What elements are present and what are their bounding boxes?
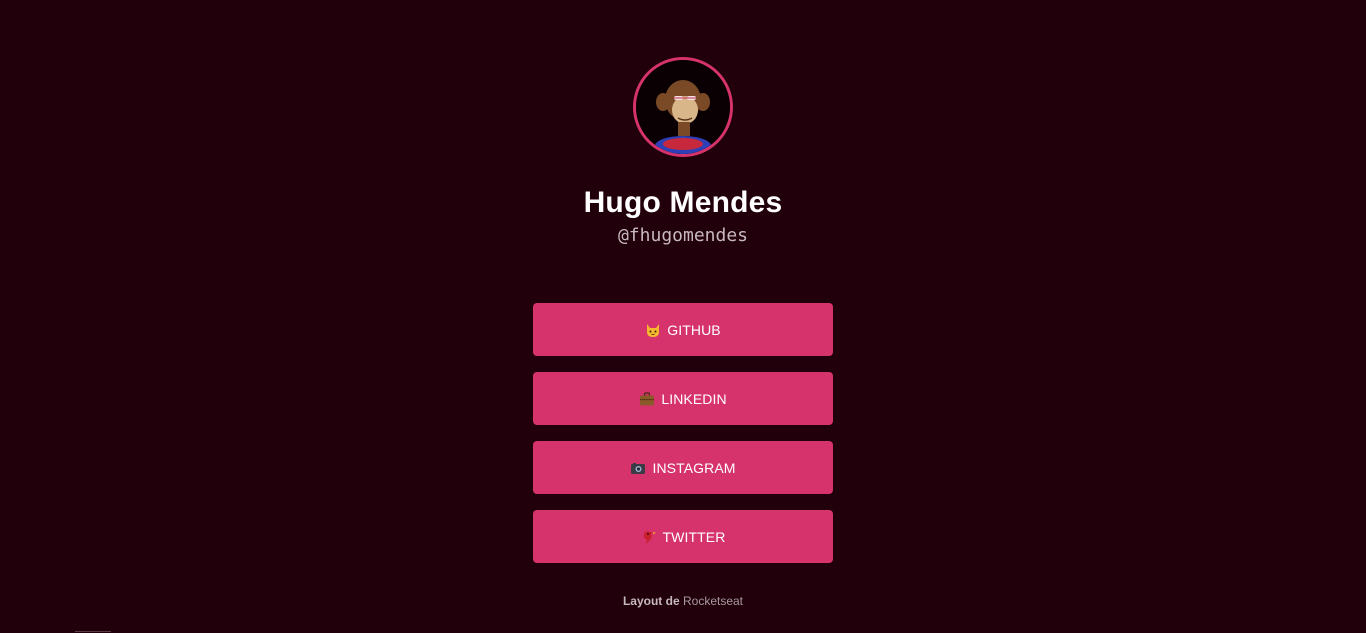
footer-prefix: Layout de [622,594,680,608]
github-link-label: GITHUB [667,321,721,338]
briefcase-icon [639,391,655,407]
github-link-button[interactable]: GITHUB [533,303,833,356]
twitter-link-label: TWITTER [662,528,726,545]
bottom-divider [75,631,111,632]
twitter-link-button[interactable]: TWITTER [533,510,833,563]
profile-handle: @fhugomendes [617,225,749,246]
profile-name: Hugo Mendes [583,186,783,219]
rocketseat-link[interactable]: Rocketseat [683,594,743,608]
cat-face-icon [645,322,661,338]
linktree-page: Hugo Mendes @fhugomendes GITHUB LINKEDIN… [0,0,1366,633]
bored-ape-avatar [636,60,730,154]
footer-credit: Layout de Rocketseat [0,594,1366,608]
profile-section: Hugo Mendes @fhugomendes [0,57,1366,247]
links-list: GITHUB LINKEDIN INSTAGRAM TWITTER [533,303,833,563]
camera-icon [630,460,646,476]
instagram-link-button[interactable]: INSTAGRAM [533,441,833,494]
avatar [633,57,733,157]
linkedin-link-label: LINKEDIN [661,390,727,407]
linkedin-link-button[interactable]: LINKEDIN [533,372,833,425]
instagram-link-label: INSTAGRAM [652,459,736,476]
bird-icon [641,529,657,545]
